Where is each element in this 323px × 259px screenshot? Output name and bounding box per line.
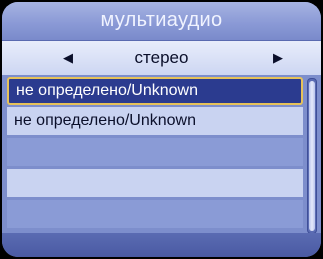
- audio-track-item[interactable]: не определено/Unknown: [7, 107, 303, 135]
- audio-track-item[interactable]: не определено/Unknown: [7, 77, 303, 105]
- audio-track-list: не определено/Unknown не определено/Unkn…: [7, 76, 303, 231]
- audio-mode-selector[interactable]: ◀ стерео ▶: [2, 41, 321, 76]
- empty-list-row: [7, 138, 303, 166]
- triangle-right-icon[interactable]: ▶: [273, 50, 283, 66]
- dialog-title: мультиаудио: [2, 2, 321, 41]
- multiaudio-dialog: мультиаудио ◀ стерео ▶ не определено/Unk…: [2, 2, 321, 257]
- empty-list-row: [7, 169, 303, 197]
- scrollbar[interactable]: [307, 78, 317, 234]
- dialog-footer: [2, 233, 321, 257]
- empty-list-row: [7, 200, 303, 228]
- scrollbar-thumb[interactable]: [309, 81, 315, 231]
